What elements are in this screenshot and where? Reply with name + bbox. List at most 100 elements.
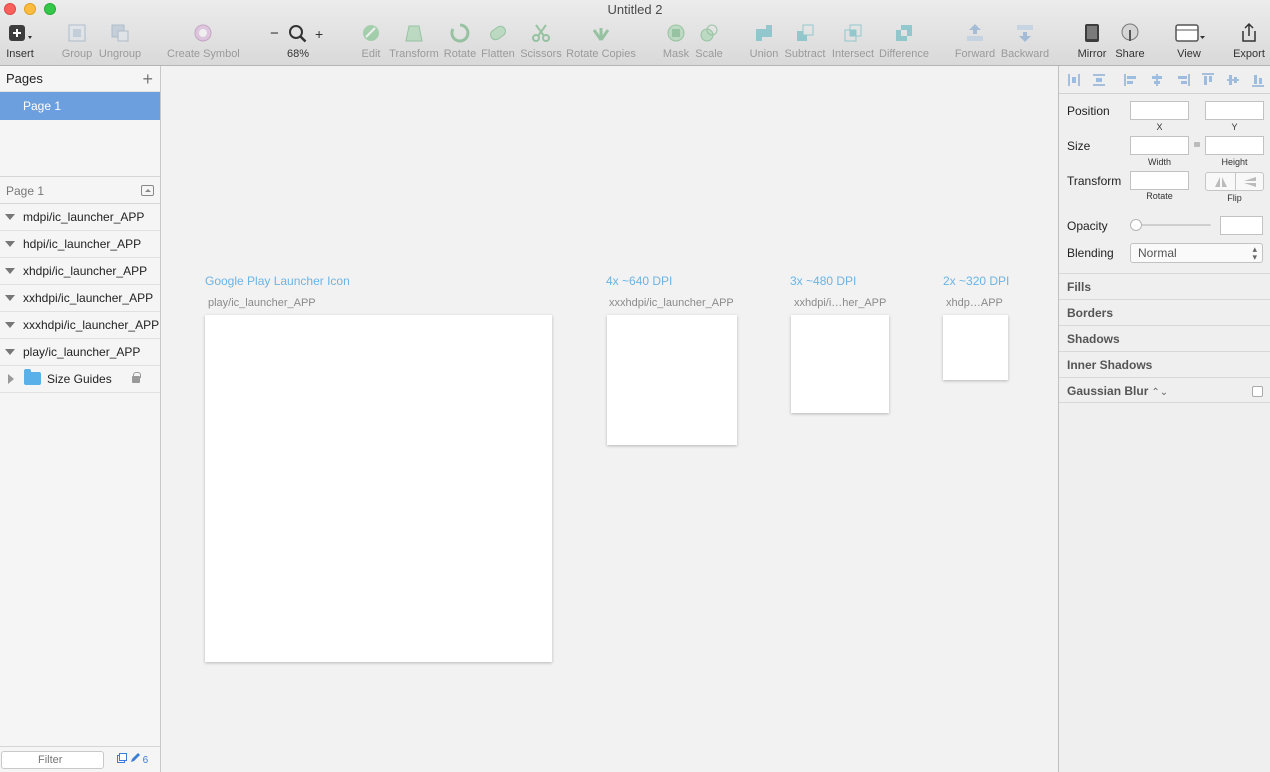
canvas[interactable]: Google Play Launcher Icon play/ic_launch…: [161, 66, 1058, 772]
scale-button[interactable]: Scale: [694, 22, 724, 62]
layer-row[interactable]: mdpi/ic_launcher_APP: [0, 204, 160, 231]
borders-section[interactable]: Borders: [1059, 299, 1270, 325]
disclosure-triangle-icon[interactable]: [8, 374, 14, 384]
mask-icon: [660, 22, 692, 46]
layer-row[interactable]: xxhdpi/ic_launcher_APP: [0, 285, 160, 312]
transform-label: Transform: [1067, 174, 1122, 188]
disclosure-triangle-icon[interactable]: [5, 322, 15, 328]
disclosure-triangle-icon[interactable]: [5, 349, 15, 355]
rotate-input[interactable]: [1130, 171, 1189, 190]
artboard-xxhdpi[interactable]: [791, 315, 889, 413]
rotate-copies-button[interactable]: Rotate Copies: [566, 22, 636, 62]
ungroup-button[interactable]: Ungroup: [98, 22, 142, 62]
forward-icon: [954, 22, 996, 46]
align-bottom-icon[interactable]: [1251, 73, 1265, 87]
intersect-button[interactable]: Intersect: [831, 22, 875, 62]
transform-button[interactable]: Transform: [389, 22, 439, 62]
artboard-play[interactable]: [205, 315, 552, 662]
lock-icon[interactable]: [132, 372, 141, 383]
inner-shadows-section[interactable]: Inner Shadows: [1059, 351, 1270, 377]
page-item[interactable]: Page 1: [0, 92, 160, 120]
zoom-in-button[interactable]: +: [315, 22, 323, 46]
flip-buttons: [1205, 172, 1264, 191]
disclosure-triangle-icon[interactable]: [5, 295, 15, 301]
flatten-button[interactable]: Flatten: [480, 22, 516, 62]
rotate-icon: [441, 22, 479, 46]
opacity-slider-track[interactable]: [1135, 224, 1211, 226]
add-page-button[interactable]: +: [142, 66, 153, 92]
artboard-name[interactable]: xxxhdpi/ic_launcher_APP: [609, 297, 734, 309]
gaussian-blur-checkbox[interactable]: [1252, 386, 1263, 397]
blending-select[interactable]: Normal ▴ ▾: [1130, 243, 1263, 263]
scale-icon: [694, 22, 724, 46]
edit-button[interactable]: Edit: [357, 22, 385, 62]
forward-button[interactable]: Forward: [954, 22, 996, 62]
subtract-button[interactable]: Subtract: [783, 22, 827, 62]
chevron-updown-icon[interactable]: ⌃⌄: [1151, 387, 1168, 398]
insert-button[interactable]: Insert: [4, 22, 36, 62]
symbols-filter-icon[interactable]: [117, 753, 127, 763]
rotate-button[interactable]: Rotate: [441, 22, 479, 62]
align-center-horizontal-icon[interactable]: [1150, 73, 1164, 87]
artboard-name[interactable]: xxhdpi/i…her_APP: [794, 297, 886, 309]
layer-row[interactable]: xhdpi/ic_launcher_APP: [0, 258, 160, 285]
union-button[interactable]: Union: [748, 22, 780, 62]
disclosure-triangle-icon[interactable]: [5, 214, 15, 220]
share-button[interactable]: Share: [1113, 22, 1147, 62]
edit-icon: [357, 22, 385, 46]
zoom-control: − + 68%: [268, 22, 328, 62]
filter-input[interactable]: [1, 751, 104, 769]
mirror-button[interactable]: Mirror: [1075, 22, 1109, 62]
layer-filter-toggles[interactable]: 6: [117, 753, 148, 766]
rotate-copies-icon: [566, 22, 636, 46]
layer-row[interactable]: hdpi/ic_launcher_APP: [0, 231, 160, 258]
view-button[interactable]: View: [1170, 22, 1208, 62]
distribute-vertical-icon[interactable]: [1092, 73, 1106, 87]
filter-count: 6: [142, 755, 149, 766]
gaussian-blur-section[interactable]: Gaussian Blur ⌃⌄: [1059, 377, 1270, 403]
disclosure-triangle-icon[interactable]: [5, 268, 15, 274]
export-button[interactable]: Export: [1231, 22, 1267, 62]
shadows-section[interactable]: Shadows: [1059, 325, 1270, 351]
layer-group-size-guides[interactable]: Size Guides: [0, 366, 160, 393]
lock-ratio-icon[interactable]: [1194, 142, 1200, 147]
flip-vertical-icon[interactable]: [1243, 176, 1257, 188]
align-left-icon[interactable]: [1124, 73, 1138, 87]
blending-value: Normal: [1138, 246, 1177, 260]
width-input[interactable]: [1130, 136, 1189, 155]
height-input[interactable]: [1205, 136, 1264, 155]
backward-button[interactable]: Backward: [999, 22, 1051, 62]
position-y-input[interactable]: [1205, 101, 1264, 120]
position-x-input[interactable]: [1130, 101, 1189, 120]
union-icon: [748, 22, 780, 46]
zoom-icon[interactable]: [288, 24, 308, 52]
scissors-button[interactable]: Scissors: [520, 22, 562, 62]
layer-label: xxhdpi/ic_launcher_APP: [23, 291, 154, 305]
artboard-name[interactable]: xhdp…APP: [946, 297, 1003, 309]
mirror-icon: [1075, 22, 1109, 46]
layer-row[interactable]: xxxhdpi/ic_launcher_APP: [0, 312, 160, 339]
align-center-vertical-icon[interactable]: [1226, 73, 1240, 87]
opacity-input[interactable]: [1220, 216, 1263, 235]
artboard-xhdpi[interactable]: [943, 315, 1008, 380]
artboard-xxxhdpi[interactable]: [607, 315, 737, 445]
align-top-icon[interactable]: [1201, 73, 1215, 87]
pencil-icon[interactable]: [130, 753, 140, 763]
create-symbol-button[interactable]: Create Symbol: [167, 22, 240, 62]
layer-row[interactable]: play/ic_launcher_APP: [0, 339, 160, 366]
zoom-out-button[interactable]: −: [270, 22, 279, 46]
intersect-icon: [831, 22, 875, 46]
toolbar: Untitled 2 Insert Group Ungroup Create S…: [0, 0, 1270, 66]
difference-button[interactable]: Difference: [878, 22, 930, 62]
layer-label: hdpi/ic_launcher_APP: [23, 237, 142, 251]
align-right-icon[interactable]: [1176, 73, 1190, 87]
opacity-slider-knob[interactable]: [1130, 219, 1142, 231]
flip-horizontal-icon[interactable]: [1214, 176, 1228, 188]
collapse-layers-icon[interactable]: [141, 185, 154, 196]
group-button[interactable]: Group: [60, 22, 94, 62]
disclosure-triangle-icon[interactable]: [5, 241, 15, 247]
mask-button[interactable]: Mask: [660, 22, 692, 62]
artboard-name[interactable]: play/ic_launcher_APP: [208, 297, 316, 309]
fills-section[interactable]: Fills: [1059, 273, 1270, 299]
distribute-horizontal-icon[interactable]: [1067, 73, 1081, 87]
